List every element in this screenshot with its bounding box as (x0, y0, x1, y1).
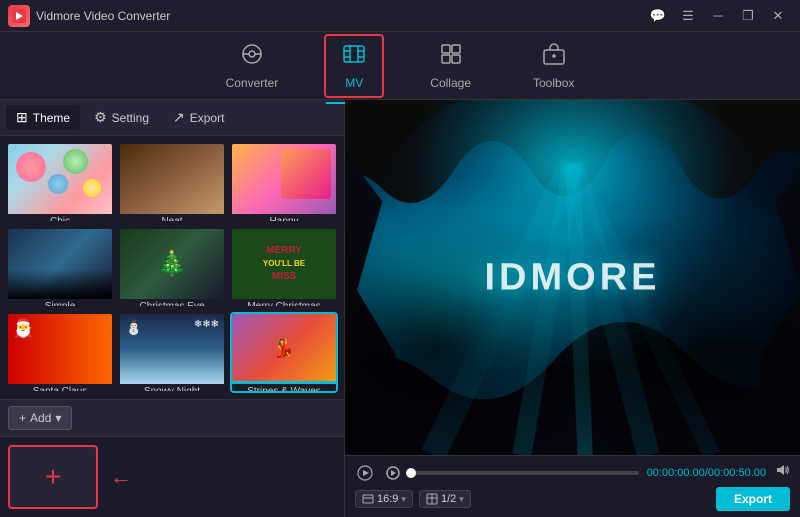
theme-label-merry-christmas: Merry Christmas (232, 299, 336, 308)
sub-nav-export-label: Export (190, 111, 225, 125)
right-panel: IDMORE (345, 100, 800, 517)
theme-thumb-santa: 🎅 (8, 314, 112, 384)
left-panel: ⊞ Theme ⚙ Setting ↗ Export (0, 100, 345, 517)
menu-icon-btn[interactable]: ☰ (674, 5, 702, 27)
theme-thumb-snowy-night: ⛄ ❄❄❄ (120, 314, 224, 384)
page-button[interactable]: 1/2 ▾ (419, 490, 471, 508)
theme-label-stripes-waves: Stripes & Waves (232, 384, 336, 393)
setting-icon: ⚙ (94, 109, 107, 126)
ratio-dropdown-arrow: ▾ (401, 494, 406, 505)
play-button[interactable] (355, 463, 375, 483)
theme-thumb-chic (8, 144, 112, 214)
mv-icon (342, 42, 366, 72)
preview-title-text: IDMORE (485, 256, 661, 299)
preview-area: IDMORE (345, 100, 800, 455)
theme-label-chic: Chic (8, 214, 112, 223)
ratio-label: 16:9 (377, 493, 398, 505)
theme-grid-icon: ⊞ (16, 109, 28, 126)
add-label: Add (30, 411, 51, 425)
sub-nav-export[interactable]: ↗ Export (163, 105, 234, 130)
ratio-controls: 16:9 ▾ 1/2 ▾ (355, 490, 471, 508)
chat-icon-btn[interactable]: 💬 (644, 5, 672, 27)
sub-nav-setting[interactable]: ⚙ Setting (84, 105, 159, 130)
nav-label-collage: Collage (430, 76, 471, 90)
nav-item-mv[interactable]: MV (324, 34, 384, 98)
page-label: 1/2 (441, 493, 456, 505)
maximize-button[interactable]: ❐ (734, 5, 762, 27)
add-button[interactable]: + Add ▾ (8, 406, 72, 430)
sub-nav-setting-label: Setting (112, 111, 149, 125)
export-button[interactable]: Export (716, 487, 790, 511)
theme-thumb-merry-christmas: MERRY YOU'LL BE MISS (232, 229, 336, 299)
time-display: 00:00:00.00/00:00:50.00 (647, 467, 766, 479)
nav-label-toolbox: Toolbox (533, 76, 574, 90)
plus-icon: + (19, 411, 26, 425)
nav-item-collage[interactable]: Collage (414, 36, 487, 96)
theme-thumb-christmas-eve: 🎄 (120, 229, 224, 299)
media-plus-icon: + (45, 463, 61, 491)
arrow-indicator: ← (110, 464, 132, 490)
theme-card-merry-christmas[interactable]: MERRY YOU'LL BE MISS Merry Christmas (230, 227, 338, 308)
app-logo (8, 5, 30, 27)
theme-label-neat: Neat (120, 214, 224, 223)
player-controls: 00:00:00.00/00:00:50.00 (345, 455, 800, 517)
media-add-placeholder[interactable]: + (8, 445, 98, 509)
app-title-text: Vidmore Video Converter (36, 9, 644, 23)
export-icon: ↗ (173, 109, 185, 126)
progress-bar[interactable] (411, 471, 639, 475)
theme-label-happy: Happy (232, 214, 336, 223)
close-button[interactable]: ✕ (764, 5, 792, 27)
theme-thumb-stripes-waves: 💃 (232, 314, 336, 384)
page-dropdown-arrow: ▾ (459, 494, 464, 505)
time-current: 00:00:00.00 (647, 467, 705, 479)
theme-label-snowy-night: Snowy Night (120, 384, 224, 393)
timeline-row: 00:00:00.00/00:00:50.00 (355, 462, 790, 483)
toolbox-icon (542, 42, 566, 72)
theme-label-christmas-eve: Christmas Eve (120, 299, 224, 308)
theme-label-simple: Simple (8, 299, 112, 308)
nav-label-converter: Converter (226, 76, 279, 90)
controls-second-row: 16:9 ▾ 1/2 ▾ Export (355, 487, 790, 511)
time-total: 00:00:50.00 (708, 467, 766, 479)
theme-card-chic[interactable]: Chic (6, 142, 114, 223)
nav-label-mv: MV (345, 76, 363, 90)
ratio-button[interactable]: 16:9 ▾ (355, 490, 413, 508)
volume-button[interactable] (774, 462, 790, 483)
sub-nav-theme[interactable]: ⊞ Theme (6, 105, 80, 130)
converter-icon (240, 42, 264, 72)
preview-background: IDMORE (345, 100, 800, 455)
theme-card-neat[interactable]: Neat (118, 142, 226, 223)
theme-card-christmas-eve[interactable]: 🎄 Christmas Eve (118, 227, 226, 308)
theme-card-snowy-night[interactable]: ⛄ ❄❄❄ Snowy Night (118, 312, 226, 393)
theme-thumb-happy (232, 144, 336, 214)
nav-item-toolbox[interactable]: Toolbox (517, 36, 590, 96)
media-tray: + ← (0, 437, 344, 517)
next-button[interactable] (383, 463, 403, 483)
preview-gradient: IDMORE (345, 100, 800, 455)
progress-dot (406, 468, 416, 478)
theme-thumb-simple (8, 229, 112, 299)
theme-card-happy[interactable]: Happy (230, 142, 338, 223)
add-dropdown-arrow: ▾ (55, 411, 61, 425)
nav-bar: Converter MV Collage (0, 32, 800, 100)
sub-nav: ⊞ Theme ⚙ Setting ↗ Export (0, 100, 344, 136)
theme-label-santa-claus: Santa Claus (8, 384, 112, 393)
theme-card-simple[interactable]: Simple (6, 227, 114, 308)
nav-item-converter[interactable]: Converter (210, 36, 295, 96)
add-bar: + Add ▾ (0, 399, 344, 437)
collage-icon (439, 42, 463, 72)
window-controls: 💬 ☰ ─ ❐ ✕ (644, 5, 792, 27)
theme-thumb-neat (120, 144, 224, 214)
main-content: ⊞ Theme ⚙ Setting ↗ Export (0, 100, 800, 517)
theme-grid: Chic Neat Happy Simple (0, 136, 344, 399)
sub-nav-theme-label: Theme (33, 111, 70, 125)
title-bar: Vidmore Video Converter 💬 ☰ ─ ❐ ✕ (0, 0, 800, 32)
minimize-button[interactable]: ─ (704, 5, 732, 27)
theme-card-stripes-waves[interactable]: 💃 Stripes & Waves (230, 312, 338, 393)
theme-card-santa-claus[interactable]: 🎅 Santa Claus (6, 312, 114, 393)
